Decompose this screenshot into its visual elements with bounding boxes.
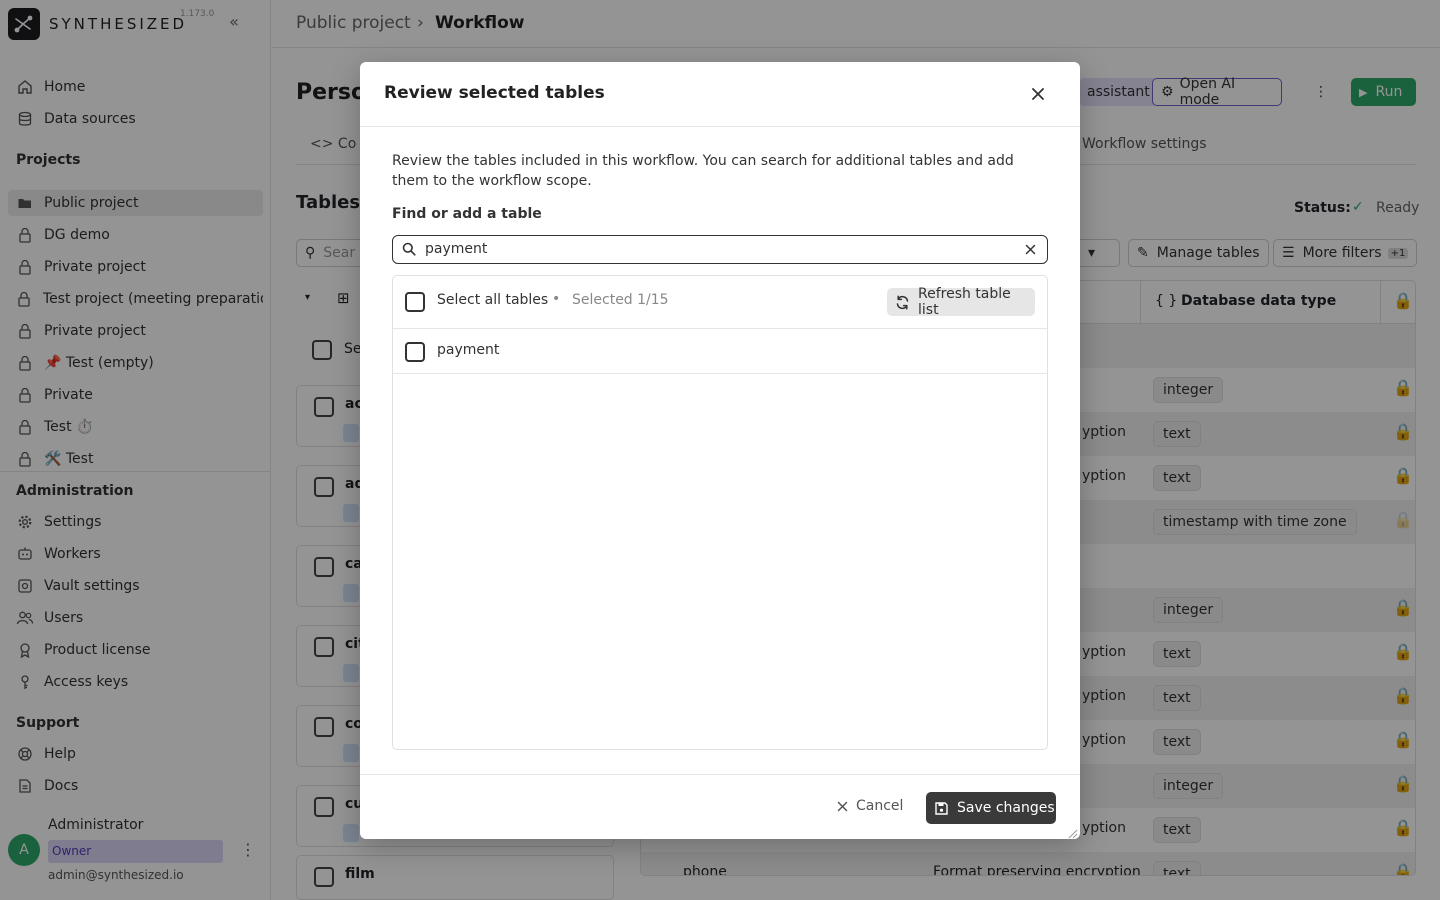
dialog-description: Review the tables included in this workf… [392, 153, 1014, 189]
list-item[interactable]: payment [393, 329, 1047, 374]
resize-grip-icon[interactable] [1068, 827, 1078, 839]
cancel-button[interactable]: Cancel [837, 798, 903, 814]
tables-list: Select all tables • Selected 1/15 Refres… [392, 275, 1048, 750]
selected-count: Selected 1/15 [572, 292, 669, 308]
close-icon [837, 801, 848, 812]
select-all-checkbox[interactable] [405, 292, 425, 312]
close-icon[interactable] [1026, 82, 1050, 106]
cancel-label: Cancel [856, 798, 904, 814]
select-all-label: Select all tables [437, 292, 549, 308]
dialog-title: Review selected tables [384, 83, 605, 103]
table-search-field[interactable] [392, 235, 1048, 264]
row-checkbox[interactable] [405, 342, 425, 362]
search-label: Find or add a table [392, 206, 542, 222]
refresh-icon [895, 294, 910, 310]
save-changes-button[interactable]: Save changes [926, 792, 1056, 824]
save-icon [935, 801, 948, 815]
separator-dot: • [552, 291, 561, 307]
clear-search-icon[interactable] [1025, 243, 1036, 259]
dialog-footer: Cancel Save changes [360, 774, 1080, 839]
dialog-header: Review selected tables [360, 62, 1080, 127]
search-icon [402, 242, 416, 260]
tables-list-header: Select all tables • Selected 1/15 Refres… [393, 276, 1047, 329]
save-label: Save changes [957, 800, 1055, 816]
search-input[interactable] [425, 239, 1015, 259]
refresh-table-list-button[interactable]: Refresh table list [887, 286, 1035, 318]
review-tables-dialog: Review selected tables Review the tables… [360, 62, 1080, 839]
refresh-label: Refresh table list [918, 286, 1011, 318]
table-name: payment [437, 342, 500, 358]
